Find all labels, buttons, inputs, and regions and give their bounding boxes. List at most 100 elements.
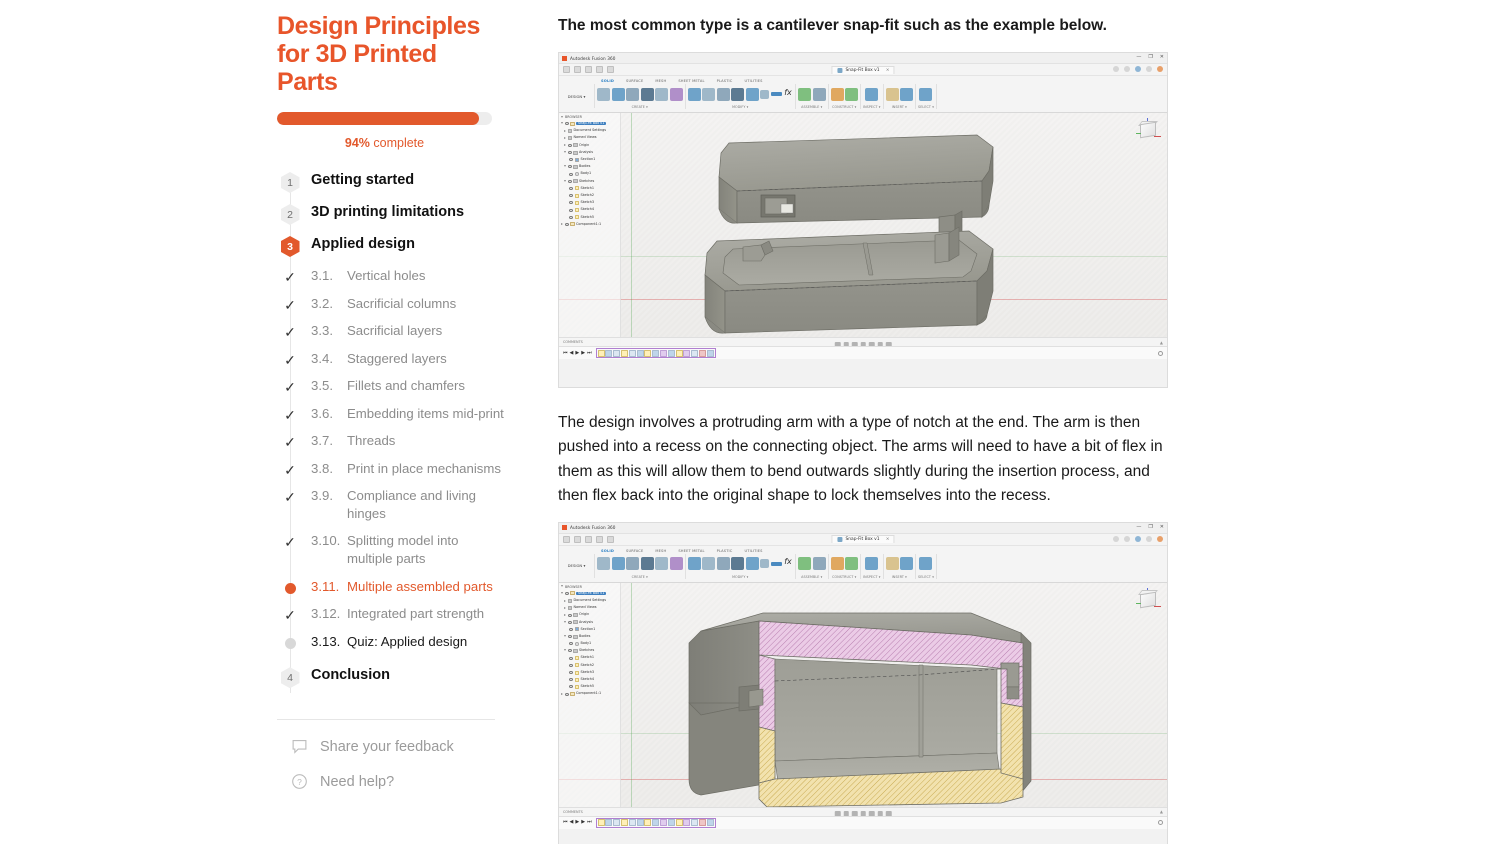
sidebar-item-lesson-3-7[interactable]: ✓ 3.7. Threads (277, 427, 507, 455)
view-cube[interactable] (1134, 587, 1162, 614)
tree-item-sketches[interactable]: Sketches (559, 647, 620, 654)
timeline-node-sketch[interactable] (675, 819, 683, 827)
tree-item-origin[interactable]: Origin (559, 142, 620, 149)
visibility-icon[interactable] (569, 215, 573, 219)
chevron-down-icon[interactable] (561, 591, 563, 595)
sidebar-item-3d-printing-limitations[interactable]: 2 3D printing limitations (277, 198, 507, 230)
new-component-icon[interactable] (798, 557, 811, 571)
ribbon-group-label[interactable]: INSERT ▾ (892, 105, 907, 109)
workspace-switcher-button[interactable]: DESIGN ▾ (559, 84, 595, 109)
comments-expand-icon[interactable]: ▲ (1160, 809, 1163, 814)
insert-mesh-icon[interactable] (900, 87, 914, 101)
ribbon-group-label[interactable]: CREATE ▾ (632, 105, 648, 109)
maximize-icon[interactable]: ❐ (1148, 524, 1152, 530)
visibility-icon[interactable] (569, 172, 573, 176)
timeline-node-combine[interactable] (698, 349, 706, 357)
tree-item-sketch1[interactable]: Sketch1 (559, 185, 620, 192)
sidebar-item-lesson-3-4[interactable]: ✓ 3.4. Staggered layers (277, 345, 507, 373)
redo-icon[interactable] (607, 66, 614, 74)
chevron-down-icon[interactable] (561, 585, 563, 588)
visibility-icon[interactable] (569, 663, 573, 667)
timeline-node-extrude[interactable] (652, 349, 660, 357)
visibility-icon[interactable] (567, 179, 572, 183)
undo-icon[interactable] (596, 535, 603, 543)
draft-icon[interactable] (745, 87, 759, 101)
box-icon[interactable] (655, 87, 668, 101)
tree-item-component1[interactable]: Component1:1 (559, 690, 620, 697)
tree-item-root[interactable]: Snap-Fit Box v1 (559, 120, 620, 127)
timeline-skip-start-icon[interactable]: ⏮ (563, 350, 568, 356)
visibility-icon[interactable] (564, 122, 569, 126)
tree-item-origin[interactable]: Origin (559, 611, 620, 618)
revolve-icon[interactable] (626, 557, 639, 571)
sidebar-item-lesson-3-13-quiz[interactable]: 3.13. Quiz: Applied design (277, 628, 507, 656)
sweep-icon[interactable] (640, 557, 654, 571)
timeline-node-mirror[interactable] (683, 349, 691, 357)
tree-item-body1[interactable]: Body1 (559, 170, 620, 177)
timeline-node-sketch[interactable] (621, 349, 628, 357)
timeline-node-extrude[interactable] (667, 819, 675, 827)
sidebar-item-lesson-3-2[interactable]: ✓ 3.2. Sacrificial columns (277, 290, 507, 318)
timeline-node-chamfer[interactable] (691, 819, 699, 827)
ribbon-group-label[interactable]: CREATE ▾ (632, 575, 648, 579)
view-cube[interactable] (1134, 118, 1162, 144)
tab-close-icon[interactable]: × (886, 68, 890, 73)
visibility-icon[interactable] (569, 678, 573, 682)
timeline-skip-end-icon[interactable]: ⏭ (587, 350, 592, 356)
timeline-feature-strip[interactable] (595, 348, 716, 359)
joint-icon[interactable] (812, 557, 826, 571)
offset-plane-icon[interactable] (830, 87, 844, 101)
chevron-right-icon[interactable] (561, 693, 563, 696)
visibility-icon[interactable] (569, 201, 573, 205)
ribbon-group-label[interactable]: ASSEMBLE ▾ (801, 575, 822, 579)
tree-item-document-settings[interactable]: Document Settings (559, 127, 620, 134)
chevron-down-icon[interactable] (564, 649, 566, 652)
ribbon-group-label[interactable]: INSPECT ▾ (863, 575, 881, 579)
tree-item-analysis[interactable]: Analysis (559, 619, 620, 626)
timeline-node-sketch[interactable] (621, 819, 628, 827)
timeline-node-pattern[interactable] (659, 819, 667, 827)
settings-icon[interactable] (1146, 66, 1152, 73)
visibility-icon[interactable] (567, 151, 572, 155)
visibility-icon[interactable] (564, 222, 569, 226)
notifications-icon[interactable] (1113, 66, 1119, 73)
pattern-icon[interactable] (669, 87, 683, 101)
fusion-3d-canvas[interactable] (559, 582, 1167, 829)
chevron-right-icon[interactable] (564, 137, 566, 140)
ribbon-group-label[interactable]: CONSTRUCT ▾ (832, 575, 856, 579)
axis-icon[interactable] (845, 87, 858, 101)
visibility-icon[interactable] (569, 194, 573, 198)
close-icon[interactable]: ✕ (1160, 55, 1164, 60)
select-icon[interactable] (919, 557, 933, 571)
tree-item-sketch3[interactable]: Sketch3 (559, 669, 620, 676)
chamfer-icon[interactable] (716, 557, 730, 571)
new-sketch-icon[interactable] (597, 557, 610, 571)
sidebar-item-getting-started[interactable]: 1 Getting started (277, 166, 507, 198)
tree-item-sketch5[interactable]: Sketch5 (559, 683, 620, 690)
avatar[interactable] (1157, 66, 1163, 73)
workspace-switcher-button[interactable]: DESIGN ▾ (559, 553, 595, 578)
tree-item-sketches[interactable]: Sketches (559, 178, 620, 185)
change-parameters-icon[interactable]: fx (783, 88, 793, 101)
timeline-node-sketch[interactable] (597, 819, 605, 827)
visibility-icon[interactable] (567, 649, 572, 653)
visibility-icon[interactable] (564, 692, 569, 696)
chevron-down-icon[interactable] (564, 165, 566, 168)
timeline-settings-icon[interactable] (1158, 820, 1163, 826)
fusion-browser-panel[interactable]: BROWSER Snap-Fit Box v1 Document Setting… (559, 113, 621, 360)
chevron-right-icon[interactable] (564, 614, 566, 617)
extrude-icon[interactable] (611, 557, 625, 571)
timeline-node-sketch[interactable] (597, 349, 605, 357)
measure-icon[interactable] (865, 557, 879, 571)
timeline-node-section[interactable] (706, 349, 714, 357)
new-sketch-icon[interactable] (597, 87, 610, 101)
timeline-play-icon[interactable]: ▶ (575, 350, 579, 356)
new-component-icon[interactable] (798, 87, 811, 101)
maximize-icon[interactable]: ❐ (1148, 55, 1152, 60)
tree-item-sketch3[interactable]: Sketch3 (559, 199, 620, 206)
help-icon[interactable] (1124, 535, 1130, 542)
sidebar-item-lesson-3-11[interactable]: 3.11. Multiple assembled parts (277, 573, 507, 601)
timeline-node-mirror[interactable] (683, 819, 691, 827)
measure-icon[interactable] (865, 87, 879, 101)
close-icon[interactable]: ✕ (1160, 524, 1164, 530)
